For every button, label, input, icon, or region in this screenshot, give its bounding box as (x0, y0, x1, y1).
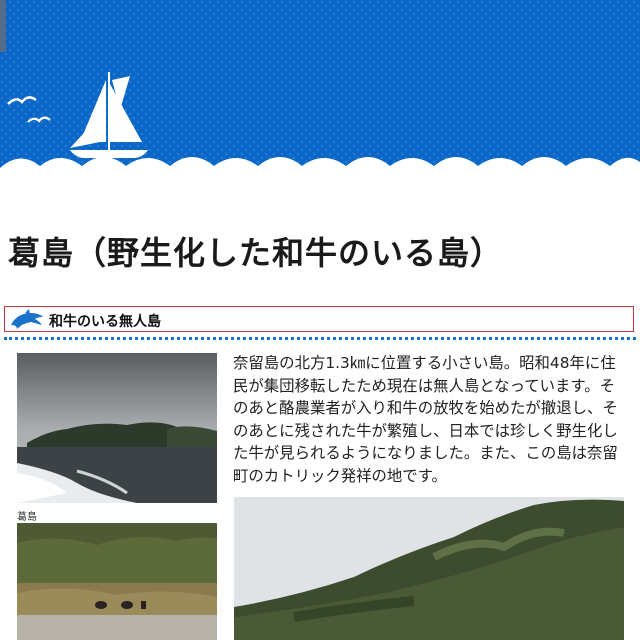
section-heading-label: 和牛のいる無人島 (49, 314, 161, 330)
dolphin-icon (9, 309, 45, 335)
hillside-photo (234, 497, 624, 640)
header-banner (0, 0, 640, 200)
dotted-divider (4, 337, 636, 340)
header-wave-graphic (0, 0, 640, 200)
page-title: 葛島（野生化した和牛のいる島） (8, 234, 504, 272)
description-paragraph: 奈留島の北方1.3㎞に位置する小さい島。昭和48年に住民が集団移転したため現在は… (233, 354, 618, 485)
corner-tab[interactable] (0, 0, 6, 52)
photo-caption: 葛島 (17, 512, 37, 523)
section-heading: 和牛のいる無人島 (4, 306, 634, 332)
island-photo (17, 353, 217, 503)
cattle-photo (17, 523, 217, 640)
